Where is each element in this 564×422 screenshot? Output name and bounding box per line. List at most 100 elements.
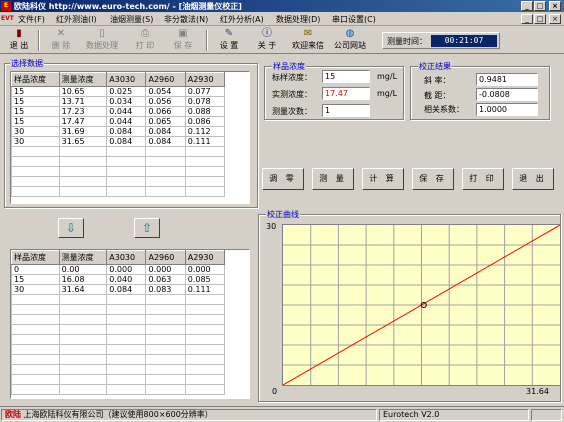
menu-fume[interactable]: 油烟测量(S) bbox=[110, 14, 153, 25]
table-cell bbox=[184, 294, 226, 305]
table-cell bbox=[145, 324, 186, 335]
column-header[interactable]: 测量浓度 bbox=[58, 250, 108, 265]
column-header[interactable]: A3030 bbox=[106, 250, 147, 265]
zero-button[interactable]: 调 零 bbox=[262, 168, 304, 190]
table-cell: 10.65 bbox=[58, 86, 108, 97]
empty-row bbox=[11, 334, 226, 345]
maximize-button[interactable]: □ bbox=[534, 1, 546, 11]
mail-icon: ✉ bbox=[303, 28, 313, 39]
count-input[interactable]: 1 bbox=[322, 104, 370, 117]
table-row[interactable]: 0 0.00 0.000 0.000 0.000 bbox=[11, 264, 226, 275]
table-cell: 0.084 bbox=[106, 284, 147, 295]
table-cell bbox=[184, 324, 226, 335]
std-conc-input[interactable]: 15 bbox=[322, 70, 370, 83]
save-tool-button[interactable]: ▣ 保 存 bbox=[168, 28, 198, 53]
table-cell: 0.054 bbox=[145, 86, 186, 97]
sample-title: 样品浓度 bbox=[272, 61, 306, 72]
settings-tool-button[interactable]: ✎ 设 置 bbox=[214, 28, 244, 53]
app-logo-icon: E bbox=[1, 1, 11, 11]
column-header[interactable]: 样品浓度 bbox=[11, 250, 60, 265]
website-tool-button[interactable]: ◍ 公司网站 bbox=[330, 28, 370, 53]
column-header[interactable]: A2960 bbox=[145, 72, 186, 87]
print-tool-button[interactable]: ⎙ 打 印 bbox=[130, 28, 160, 53]
data-process-tool-button[interactable]: ▯ 数据处理 bbox=[82, 28, 122, 53]
table-row[interactable]: 30 31.69 0.084 0.084 0.112 bbox=[11, 126, 226, 137]
table-cell bbox=[184, 344, 226, 355]
table-cell bbox=[58, 166, 108, 177]
empty-row bbox=[11, 354, 226, 365]
column-header[interactable]: A2960 bbox=[145, 250, 186, 265]
corr-label: 相关系数： bbox=[424, 105, 464, 114]
menu-nondispersive[interactable]: 非分散法(N) bbox=[164, 14, 208, 25]
table-row[interactable]: 15 13.71 0.034 0.056 0.078 bbox=[11, 96, 226, 107]
table-row[interactable]: 15 17.23 0.044 0.066 0.088 bbox=[11, 106, 226, 117]
empty-row bbox=[11, 186, 226, 197]
selected-data-grid[interactable]: 样品浓度 测量浓度 A3030 A2960 A2930 0 0.00 0.000 0.000 0… bbox=[10, 249, 250, 399]
menu-serial[interactable]: 串口设置(C) bbox=[332, 14, 376, 25]
table-row[interactable]: 15 16.08 0.040 0.063 0.085 bbox=[11, 274, 226, 285]
corr-value: 1.0000 bbox=[476, 103, 538, 116]
table-cell bbox=[106, 166, 147, 177]
child-close-button[interactable]: × bbox=[549, 14, 561, 24]
menu-data-process[interactable]: 数据处理(D) bbox=[276, 14, 320, 25]
exit-button[interactable]: 退 出 bbox=[512, 168, 554, 190]
measure-button[interactable]: 测 量 bbox=[312, 168, 354, 190]
table-cell bbox=[145, 156, 186, 167]
table-cell bbox=[145, 166, 186, 177]
column-header[interactable]: 样品浓度 bbox=[11, 72, 60, 87]
column-header[interactable]: A3030 bbox=[106, 72, 147, 87]
table-cell bbox=[106, 156, 147, 167]
minimize-button[interactable]: _ bbox=[521, 1, 533, 11]
table-cell: 17.47 bbox=[58, 116, 108, 127]
child-minimize-button[interactable]: _ bbox=[521, 14, 533, 24]
measure-time-panel: 测量时间： 00:21:07 bbox=[382, 32, 500, 49]
table-row[interactable]: 15 10.65 0.025 0.054 0.077 bbox=[11, 86, 226, 97]
move-up-button[interactable]: ⇧ bbox=[134, 218, 160, 238]
table-cell: 31.69 bbox=[58, 126, 108, 137]
table-cell bbox=[58, 354, 108, 365]
menu-ir-oil[interactable]: 红外测油(I) bbox=[56, 14, 97, 25]
menu-file[interactable]: 文件(F) bbox=[18, 14, 45, 25]
delete-icon: ✕ bbox=[56, 28, 66, 39]
table-cell: 0.034 bbox=[106, 96, 147, 107]
table-row[interactable]: 30 31.64 0.084 0.083 0.111 bbox=[11, 284, 226, 295]
table-cell bbox=[58, 146, 108, 157]
table-cell bbox=[184, 354, 226, 365]
column-header[interactable]: 测量浓度 bbox=[58, 72, 108, 87]
exit-tool-button[interactable]: ▮ 退 出 bbox=[4, 28, 34, 53]
window-title: 欧陆科仪 http://www.euro-tech.com/ - [油烟测量仪校… bbox=[14, 2, 242, 11]
print-button[interactable]: 打 印 bbox=[462, 168, 504, 190]
table-cell bbox=[106, 186, 147, 197]
select-data-title: 选择数据 bbox=[10, 58, 44, 69]
table-cell bbox=[145, 176, 186, 187]
table-cell bbox=[106, 294, 147, 305]
table-cell: 31.64 bbox=[58, 284, 108, 295]
table-cell bbox=[11, 364, 60, 375]
column-header[interactable]: A2930 bbox=[184, 72, 226, 87]
table-cell bbox=[145, 304, 186, 315]
close-button[interactable]: × bbox=[549, 1, 561, 11]
welcome-tool-button[interactable]: ✉ 欢迎来信 bbox=[288, 28, 328, 53]
table-cell bbox=[106, 334, 147, 345]
save-button[interactable]: 保 存 bbox=[412, 168, 454, 190]
empty-row bbox=[11, 314, 226, 325]
table-cell bbox=[184, 166, 226, 177]
table-cell: 0.084 bbox=[145, 136, 186, 147]
calculate-button[interactable]: 计 算 bbox=[362, 168, 404, 190]
menu-ir-analysis[interactable]: 红外分析(A) bbox=[220, 14, 264, 25]
table-cell bbox=[184, 156, 226, 167]
child-restore-button[interactable]: □ bbox=[534, 14, 546, 24]
table-cell bbox=[11, 294, 60, 305]
meas-conc-input[interactable]: 17.47 bbox=[322, 87, 370, 100]
intercept-value: -0.0808 bbox=[476, 88, 538, 101]
move-down-button[interactable]: ⇩ bbox=[58, 218, 84, 238]
about-tool-button[interactable]: ⓘ 关 于 bbox=[252, 28, 282, 53]
status-blank bbox=[531, 409, 562, 421]
empty-row bbox=[11, 344, 226, 355]
column-header[interactable]: A2930 bbox=[184, 250, 226, 265]
empty-row bbox=[11, 364, 226, 375]
table-row[interactable]: 30 31.65 0.084 0.084 0.111 bbox=[11, 136, 226, 147]
select-data-grid[interactable]: 样品浓度 测量浓度 A3030 A2960 A2930 15 10.65 0.025 0.05… bbox=[10, 71, 250, 204]
table-row[interactable]: 15 17.47 0.044 0.065 0.086 bbox=[11, 116, 226, 127]
delete-tool-button[interactable]: ✕ 删 除 bbox=[46, 28, 76, 53]
